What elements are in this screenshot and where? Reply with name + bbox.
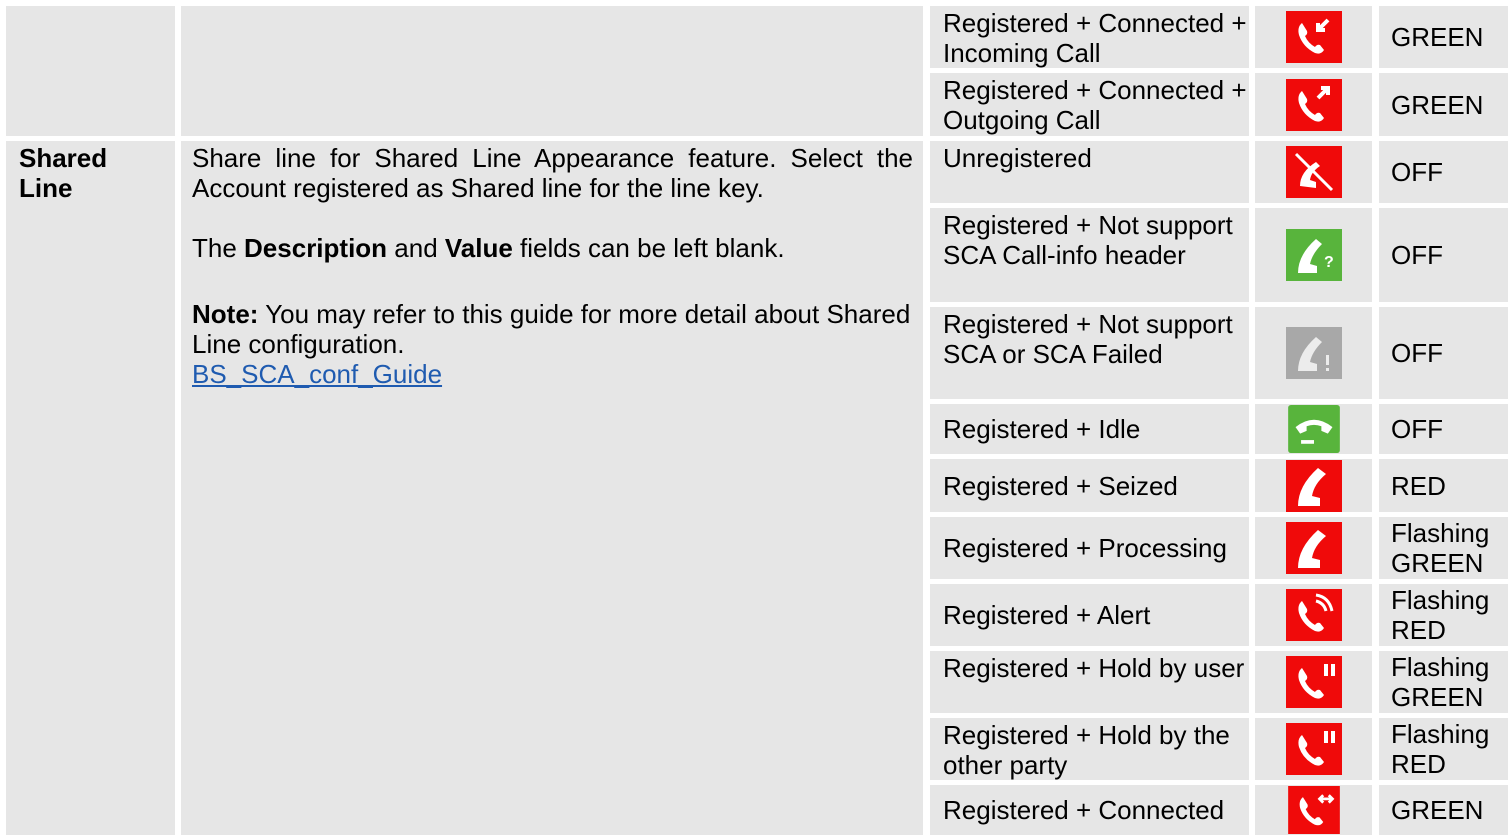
led-cell: Flashing GREEN — [1379, 517, 1508, 579]
description-paragraph: Share line for Shared Line Appearance fe… — [192, 143, 913, 203]
icon-cell: ? — [1255, 208, 1372, 302]
phone-hold-other-icon — [1285, 723, 1342, 775]
led-cell: GREEN — [1379, 6, 1508, 68]
status-text: Registered + Hold by the other party — [943, 720, 1230, 780]
guide-link[interactable]: BS_SCA_conf_Guide — [192, 359, 442, 389]
led-cell: OFF — [1379, 208, 1508, 302]
icon-cell — [1255, 6, 1372, 68]
led-text: Flashing RED — [1391, 719, 1490, 779]
status-text: Unregistered — [943, 143, 1092, 173]
phone-hold-user-icon — [1285, 656, 1342, 708]
led-text: GREEN — [1391, 89, 1484, 120]
status-cell: Registered + Alert — [930, 584, 1249, 646]
outgoing-call-icon — [1285, 78, 1342, 131]
phone-alert-icon — [1285, 589, 1342, 641]
status-cell: Registered + Not support SCA Call-info h… — [930, 208, 1249, 302]
status-cell: Registered + Not support SCA or SCA Fail… — [930, 307, 1249, 399]
status-cell: Registered + Processing — [930, 517, 1249, 579]
status-text: Registered + Connected + Incoming Call — [943, 8, 1247, 68]
left-empty-cell — [6, 6, 175, 136]
icon-cell — [1255, 718, 1372, 780]
feature-name-cell: Shared Line — [6, 141, 175, 835]
led-text: Flashing RED — [1391, 585, 1490, 645]
led-cell: OFF — [1379, 307, 1508, 399]
led-text: RED — [1391, 470, 1446, 501]
led-text: OFF — [1391, 338, 1443, 368]
icon-cell — [1255, 651, 1372, 713]
icon-cell — [1255, 404, 1372, 454]
icon-cell — [1255, 459, 1372, 512]
bold-value: Value — [444, 233, 513, 263]
status-cell: Registered + Connected + Incoming Call — [930, 6, 1249, 68]
incoming-call-icon — [1285, 11, 1342, 63]
led-text: Flashing GREEN — [1391, 652, 1490, 712]
status-cell: Registered + Connected — [930, 785, 1249, 835]
icon-cell — [1255, 73, 1372, 136]
led-cell: GREEN — [1379, 73, 1508, 136]
phone-processing-icon — [1285, 522, 1342, 574]
status-cell: Registered + Seized — [930, 459, 1249, 512]
led-text: GREEN — [1391, 795, 1484, 825]
status-text: Registered + Seized — [943, 470, 1178, 501]
led-text: OFF — [1391, 157, 1443, 187]
phone-failed-icon — [1285, 327, 1342, 379]
status-text: Registered + Idle — [943, 414, 1141, 444]
phone-seized-icon — [1285, 459, 1342, 512]
status-text: Registered + Hold by user — [943, 653, 1245, 683]
note-paragraph: Note: You may refer to this guide for mo… — [192, 299, 913, 389]
status-cell: Registered + Connected + Outgoing Call — [930, 73, 1249, 136]
led-text: GREEN — [1391, 22, 1484, 52]
status-text: Registered + Processing — [943, 533, 1227, 563]
note-label: Note: — [192, 299, 259, 329]
status-cell: Unregistered — [930, 141, 1249, 203]
description-empty-cell — [181, 6, 923, 136]
icon-cell — [1255, 785, 1372, 835]
phone-idle-icon — [1287, 405, 1340, 453]
description-cell: Share line for Shared Line Appearance fe… — [181, 141, 923, 835]
led-cell: Flashing RED — [1379, 718, 1508, 780]
icon-cell — [1255, 307, 1372, 399]
text: fields can be left blank. — [512, 233, 785, 263]
phone-connected-icon — [1287, 786, 1340, 834]
led-text: OFF — [1391, 414, 1443, 444]
status-text: Registered + Alert — [943, 600, 1151, 630]
led-cell: OFF — [1379, 141, 1508, 203]
status-cell: Registered + Hold by user — [930, 651, 1249, 713]
feature-name: Shared Line — [19, 143, 108, 203]
phone-unregistered-icon — [1285, 146, 1342, 198]
phone-question-icon: ? — [1285, 229, 1342, 281]
icon-cell — [1255, 517, 1372, 579]
note-text: You may refer to this guide for more det… — [192, 299, 911, 359]
icon-cell — [1255, 584, 1372, 646]
text: and — [387, 233, 445, 263]
led-cell: RED — [1379, 459, 1508, 512]
status-cell: Registered + Hold by the other party — [930, 718, 1249, 780]
status-text: Registered + Connected + Outgoing Call — [943, 75, 1247, 135]
bold-description: Description — [244, 233, 388, 263]
description-paragraph-fields: The Description and Value fields can be … — [192, 233, 913, 263]
status-text: Registered + Not support SCA or SCA Fail… — [943, 309, 1233, 369]
led-text: OFF — [1391, 240, 1443, 270]
status-cell: Registered + Idle — [930, 404, 1249, 454]
svg-text:?: ? — [1324, 254, 1334, 271]
led-cell: OFF — [1379, 404, 1508, 454]
icon-cell — [1255, 141, 1372, 203]
led-cell: Flashing GREEN — [1379, 651, 1508, 713]
status-text: Registered + Connected — [943, 795, 1225, 825]
led-text: Flashing GREEN — [1391, 518, 1490, 578]
text: The — [192, 233, 245, 263]
led-cell: Flashing RED — [1379, 584, 1508, 646]
status-text: Registered + Not support SCA Call-info h… — [943, 210, 1233, 270]
led-cell: GREEN — [1379, 785, 1508, 835]
